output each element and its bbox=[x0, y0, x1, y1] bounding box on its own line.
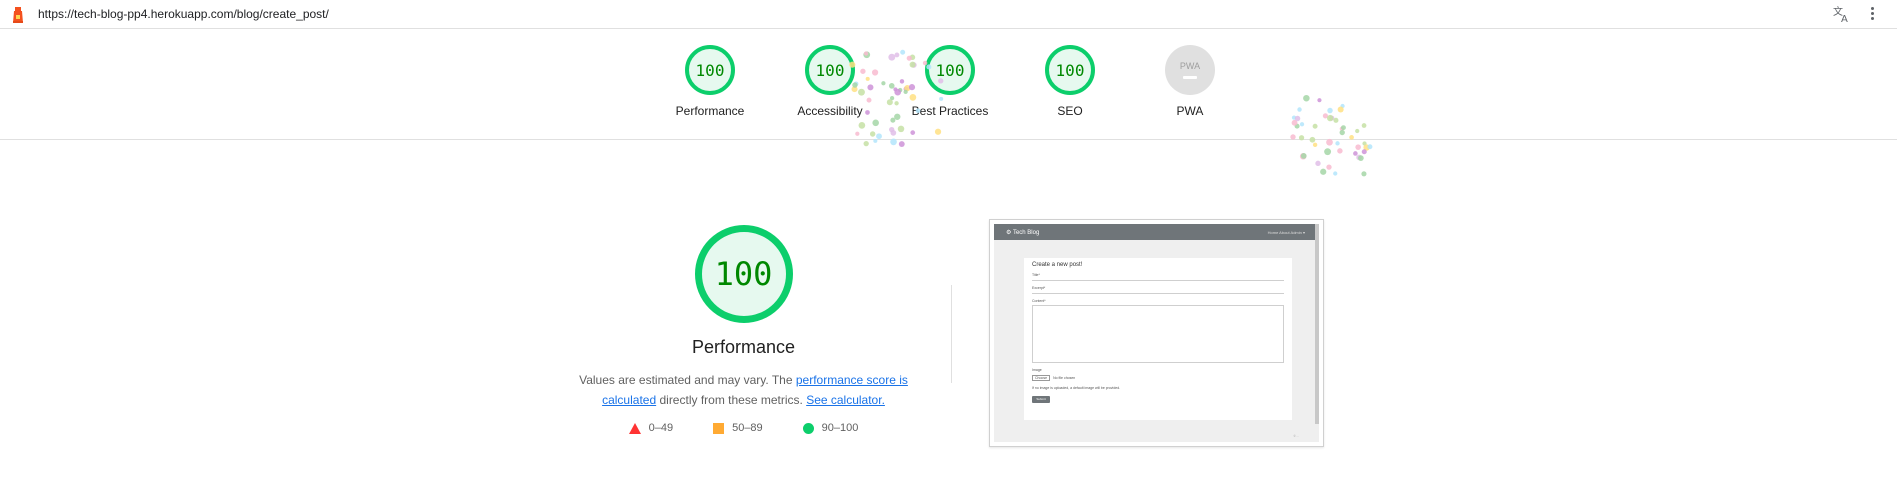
thumb-label: Excerpt* bbox=[1032, 286, 1046, 290]
gauge-best-practices[interactable]: 100 Best Practices bbox=[885, 45, 1015, 118]
thumb-footer: © ... bbox=[1293, 434, 1299, 438]
performance-score-gauge: 100 bbox=[694, 225, 793, 323]
legend-pass: 90–100 bbox=[802, 422, 859, 434]
page-screenshot-thumbnail[interactable]: ⚙ Tech Blog Home About Admin ▾ Create a … bbox=[989, 219, 1324, 447]
gauge-score: 100 bbox=[805, 45, 855, 95]
lighthouse-icon bbox=[13, 7, 23, 23]
see-calculator-link[interactable]: See calculator. bbox=[806, 393, 885, 407]
confetti-dot bbox=[1333, 171, 1338, 176]
confetti-dot bbox=[1337, 148, 1343, 154]
thumb-label: Content* bbox=[1032, 299, 1046, 303]
confetti-dot bbox=[1355, 144, 1361, 150]
gauge-pwa[interactable]: PWA PWA bbox=[1125, 45, 1255, 118]
thumb-input bbox=[1032, 293, 1284, 294]
thumb-submit-button: Submit bbox=[1032, 396, 1050, 403]
gauge-label: SEO bbox=[1057, 104, 1083, 118]
desc-text: directly from these metrics. bbox=[656, 393, 807, 407]
gauge-label: PWA bbox=[1176, 104, 1204, 118]
confetti-dot bbox=[1312, 142, 1318, 148]
legend-average: 50–89 bbox=[713, 422, 763, 434]
gauge-score: 100 bbox=[925, 45, 975, 95]
legend-range: 50–89 bbox=[732, 422, 763, 434]
performance-summary: 100 Performance Values are estimated and… bbox=[560, 225, 927, 434]
gauge-score: 100 bbox=[685, 45, 735, 95]
legend-range: 90–100 bbox=[821, 422, 859, 434]
address-bar: https://tech-blog-pp4.herokuapp.com/blog… bbox=[0, 0, 1897, 29]
confetti-dot bbox=[1361, 171, 1367, 177]
gauge-label: Best Practices bbox=[911, 104, 989, 118]
confetti-dot bbox=[1299, 153, 1307, 160]
confetti-dot bbox=[1363, 144, 1370, 151]
thumb-form-card: Create a new post! Title* Excerpt* Conte… bbox=[1024, 258, 1292, 420]
thumb-nav-links: Home About Admin ▾ bbox=[1267, 229, 1305, 235]
thumb-navbar: ⚙ Tech Blog Home About Admin ▾ bbox=[994, 224, 1319, 240]
divider bbox=[951, 285, 952, 383]
confetti-dot bbox=[1326, 164, 1332, 170]
confetti-dot bbox=[1320, 168, 1327, 175]
thumb-textarea bbox=[1032, 305, 1284, 363]
thumb-help: If no image is uploaded, a default image… bbox=[1032, 386, 1121, 390]
gauge-score: PWA bbox=[1179, 61, 1201, 71]
thumb-heading: Create a new post! bbox=[1032, 262, 1083, 268]
thumb-label: Title* bbox=[1032, 273, 1040, 277]
gauge-label: Accessibility bbox=[797, 104, 863, 118]
triangle-icon bbox=[628, 422, 641, 434]
confetti-dot bbox=[1362, 141, 1367, 146]
legend-range: 0–49 bbox=[648, 422, 674, 434]
confetti-dot bbox=[1300, 153, 1307, 159]
dash-icon bbox=[1183, 76, 1197, 79]
thumb-scrollbar bbox=[1315, 224, 1319, 424]
gauge-performance[interactable]: 100 Performance bbox=[645, 45, 775, 118]
thumb-label: Image bbox=[1032, 368, 1042, 372]
legend-fail: 0–49 bbox=[628, 422, 674, 434]
confetti-dot bbox=[1356, 154, 1362, 161]
confetti-dot bbox=[1324, 148, 1332, 156]
gauge-accessibility[interactable]: 100 Accessibility bbox=[765, 45, 895, 118]
pwa-badge-icon: PWA bbox=[1165, 45, 1215, 95]
performance-title: Performance bbox=[691, 337, 796, 357]
score-gauges: 100 Performance 100 Accessibility 100 Be… bbox=[0, 30, 1897, 140]
thumb-file-button: Choose bbox=[1032, 375, 1051, 381]
confetti-dot bbox=[1335, 141, 1340, 146]
square-icon bbox=[713, 422, 725, 434]
thumb-input bbox=[1032, 280, 1284, 281]
more-vert-icon[interactable] bbox=[1868, 5, 1876, 23]
svg-text:A: A bbox=[1841, 14, 1848, 24]
screenshot-content: ⚙ Tech Blog Home About Admin ▾ Create a … bbox=[994, 224, 1319, 442]
circle-icon bbox=[802, 422, 814, 434]
confetti-dot bbox=[1315, 160, 1321, 167]
score-legend: 0–49 50–89 90–100 bbox=[560, 422, 927, 434]
confetti-dot bbox=[1367, 144, 1373, 150]
confetti-dot bbox=[1361, 149, 1367, 155]
url-text[interactable]: https://tech-blog-pp4.herokuapp.com/blog… bbox=[38, 7, 329, 21]
translate-icon[interactable]: 文 A bbox=[1832, 4, 1852, 24]
thumb-file-input: Choose No file chosen bbox=[1032, 375, 1284, 381]
confetti-dot bbox=[863, 140, 869, 147]
thumb-file-status: No file chosen bbox=[1053, 376, 1076, 380]
confetti-dot bbox=[1353, 151, 1358, 156]
performance-description: Values are estimated and may vary. The p… bbox=[560, 370, 927, 410]
gauge-score: 100 bbox=[1045, 45, 1095, 95]
gauge-seo[interactable]: 100 SEO bbox=[1005, 45, 1135, 118]
confetti-dot bbox=[898, 141, 905, 147]
desc-text: Values are estimated and may vary. The bbox=[579, 373, 796, 387]
thumb-brand: ⚙ Tech Blog bbox=[1006, 229, 1040, 236]
confetti-dot bbox=[1358, 155, 1364, 161]
gauge-label: Performance bbox=[675, 104, 745, 118]
